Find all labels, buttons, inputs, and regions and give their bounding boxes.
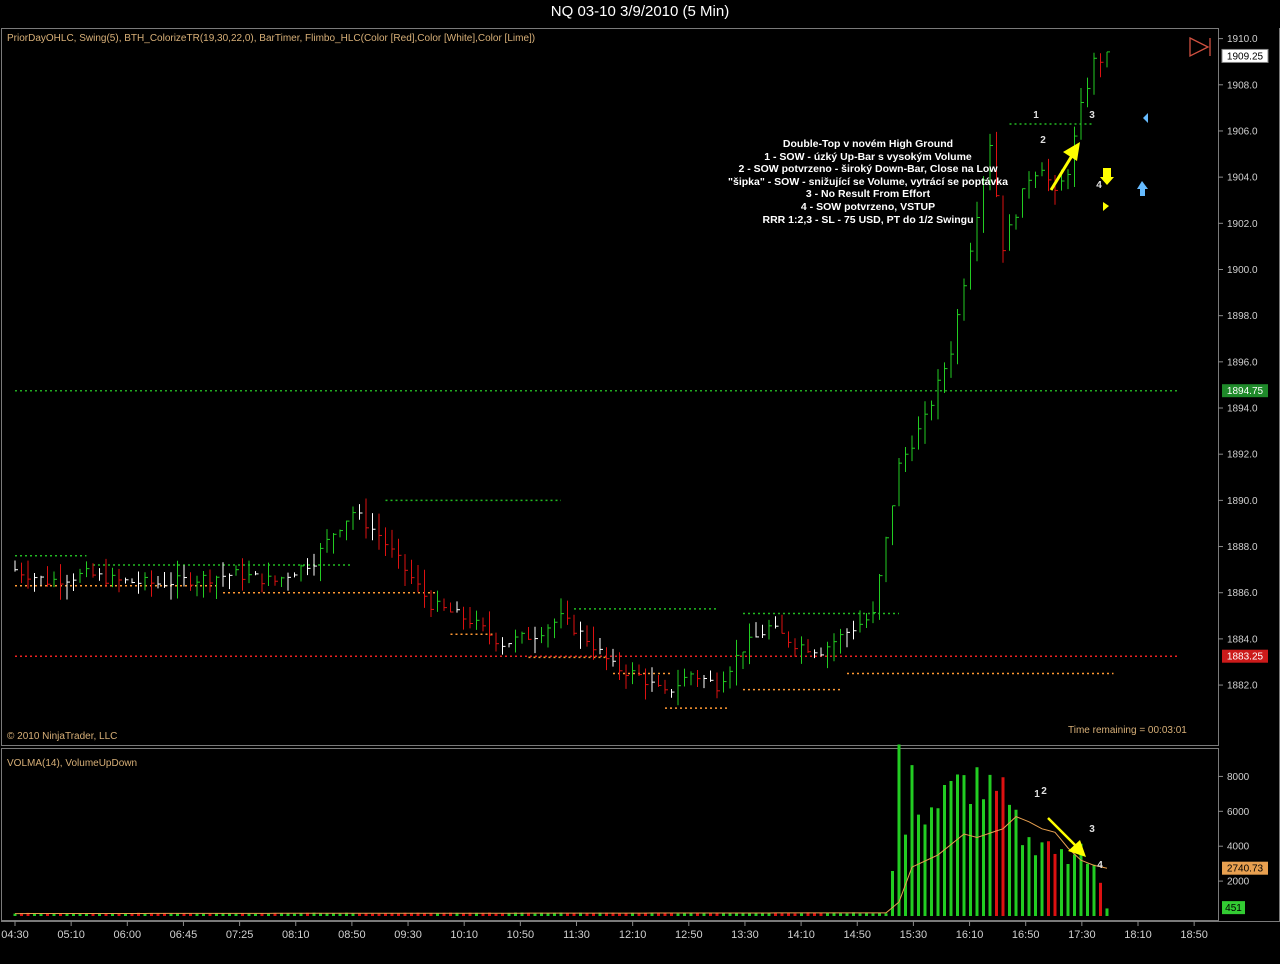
bar-number-1: 1 (1033, 110, 1039, 121)
price-tick-label: 1902.0 (1227, 219, 1258, 230)
vol-number-4: 4 (1097, 860, 1103, 871)
time-tick-label: 14:10 (787, 929, 815, 941)
annotation-line: 4 - SOW potvrzeno, VSTUP (800, 200, 936, 213)
copyright-text: © 2010 NinjaTrader, LLC (7, 731, 118, 742)
price-tick-label: 1888.0 (1227, 542, 1258, 553)
play-marker-icon (1189, 36, 1210, 58)
price-tick-label: 1886.0 (1227, 588, 1258, 599)
time-tick-label: 08:10 (282, 929, 310, 941)
time-tick-label: 05:10 (57, 929, 85, 941)
yellow-down-arrow-icon (1100, 168, 1114, 185)
time-tick-label: 12:50 (675, 929, 703, 941)
price-tick-label: 1892.0 (1227, 450, 1258, 461)
time-tick-label: 10:10 (450, 929, 478, 941)
volume-last-marker-label: 451 (1225, 903, 1242, 914)
time-tick-label: 15:30 (900, 929, 928, 941)
price-tick-label: 1884.0 (1227, 634, 1258, 645)
annotation-line: "šipka" - SOW - snižující se Volume, vyt… (728, 175, 1008, 188)
annotation-line: 2 - SOW potvrzeno - široký Down-Bar, Clo… (738, 163, 998, 176)
vol-number-1: 1 (1034, 789, 1040, 800)
price-marker-label: 1909.25 (1227, 51, 1264, 62)
time-tick-label: 08:50 (338, 929, 366, 941)
volume-tick-label: 8000 (1227, 772, 1250, 783)
price-tick-label: 1900.0 (1227, 265, 1258, 276)
bar-number-4: 4 (1096, 180, 1102, 191)
price-tick-label: 1910.0 (1227, 34, 1258, 45)
time-tick-label: 18:10 (1124, 929, 1152, 941)
volume-tick-label: 4000 (1227, 842, 1250, 853)
time-tick-label: 11:30 (563, 929, 590, 941)
price-tick-label: 1904.0 (1227, 173, 1258, 184)
entry-marker-icon (1103, 202, 1109, 211)
price-tick-label: 1894.0 (1227, 404, 1258, 415)
trade-annotation: Double-Top v novém High Ground 1 - SOW -… (700, 138, 1036, 226)
bar-number-3: 3 (1089, 110, 1095, 121)
annotation-line: RRR 1:2,3 - SL - 75 USD, PT do 1/2 Swing… (762, 213, 974, 226)
annotation-line: 3 - No Result From Effort (805, 188, 931, 201)
price-indicator-list: PriorDayOHLC, Swing(5), BTH_ColorizeTR(1… (7, 33, 536, 44)
time-tick-label: 16:50 (1012, 929, 1040, 941)
blue-up-arrow-icon (1137, 181, 1148, 196)
bar-timer-text: Time remaining = 00:03:01 (1068, 725, 1187, 736)
yellow-arrow-down-vol-head (1068, 840, 1086, 857)
volume-tick-label: 6000 (1227, 807, 1250, 818)
time-tick-label: 14:50 (843, 929, 871, 941)
time-tick-label: 06:45 (170, 929, 198, 941)
price-tick-label: 1896.0 (1227, 357, 1258, 368)
price-tick-label: 1882.0 (1227, 681, 1258, 692)
bar-number-2: 2 (1040, 135, 1046, 146)
price-tick-label: 1898.0 (1227, 311, 1258, 322)
vol-number-2: 2 (1041, 786, 1047, 797)
time-tick-label: 07:25 (226, 929, 254, 941)
volume-indicator-list: VOLMA(14), VolumeUpDown (7, 758, 138, 769)
time-tick-label: 18:50 (1180, 929, 1208, 941)
annotation-line: Double-Top v novém High Ground (782, 138, 954, 150)
time-tick-label: 04:30 (1, 929, 29, 941)
price-tick-label: 1906.0 (1227, 126, 1258, 137)
price-tick-label: 1890.0 (1227, 496, 1258, 507)
vol-number-3: 3 (1089, 824, 1095, 835)
price-tick-label: 1908.0 (1227, 80, 1258, 91)
volume-ma-marker-label: 2740.73 (1227, 864, 1264, 875)
time-tick-label: 09:30 (394, 929, 422, 941)
price-marker-label: 1894.75 (1227, 386, 1264, 397)
chart-canvas[interactable]: 1882.0 1884.0 1886.0 1888.0 1890.0 1892.0 1894… (0, 0, 1280, 964)
time-tick-label: 12:10 (619, 929, 647, 941)
time-tick-label: 16:10 (956, 929, 984, 941)
price-marker-label: 1883.25 (1227, 652, 1264, 663)
swing-marker-icon (1143, 113, 1148, 123)
annotation-line: 1 - SOW - úzký Up-Bar s vysokým Volume (764, 150, 972, 163)
time-tick-label: 06:00 (114, 929, 142, 941)
time-tick-label: 17:30 (1068, 929, 1096, 941)
time-tick-label: 13:30 (731, 929, 759, 941)
time-tick-label: 10:50 (507, 929, 535, 941)
price-panel-frame (1, 28, 1219, 746)
volume-tick-label: 2000 (1227, 877, 1250, 888)
